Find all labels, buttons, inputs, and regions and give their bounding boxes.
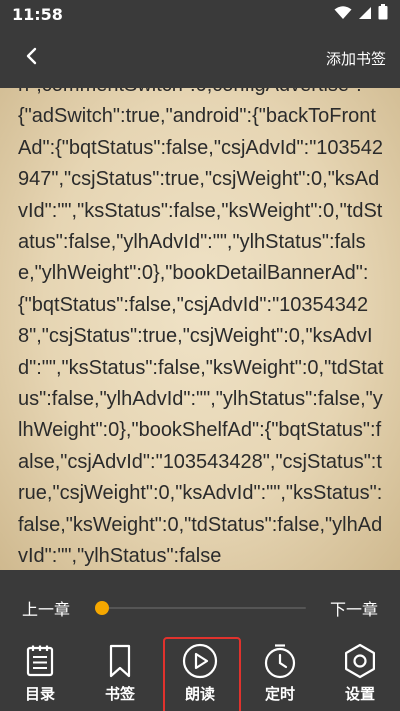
tab-bookmarks[interactable]: 书签: [85, 638, 155, 710]
tab-label: 定时: [264, 685, 295, 703]
reader-control-panel: 上一章 下一章 目录 书签 朗读 定时 设置: [0, 570, 400, 711]
status-icons: [334, 4, 388, 24]
status-time: 11:58: [12, 4, 63, 24]
slider-thumb[interactable]: [95, 601, 110, 615]
prev-chapter-button[interactable]: 上一章: [22, 596, 70, 620]
tab-timer[interactable]: 定时: [245, 638, 315, 710]
wifi-icon: [334, 5, 352, 24]
tab-label: 目录: [24, 685, 55, 703]
tab-label: 朗读: [184, 685, 215, 703]
tab-label: 设置: [344, 685, 375, 703]
timer-icon: [262, 643, 298, 679]
back-button[interactable]: [20, 46, 44, 70]
chevron-left-icon: [25, 47, 39, 69]
chapter-nav: 上一章 下一章: [0, 570, 400, 646]
tab-catalog[interactable]: 目录: [5, 638, 75, 710]
reader-top-bar: 添加书签: [0, 28, 400, 88]
reader-page[interactable]: n",commentSwitch":0,configAdvertise":{"a…: [0, 88, 400, 570]
bookmark-icon: [102, 643, 138, 679]
tab-label: 书签: [104, 685, 135, 703]
tab-read-aloud[interactable]: 朗读: [163, 636, 241, 711]
status-bar: 11:58: [0, 0, 400, 28]
next-chapter-button[interactable]: 下一章: [330, 596, 378, 620]
add-bookmark-button[interactable]: 添加书签: [326, 48, 386, 69]
chapter-progress-slider[interactable]: [95, 598, 306, 618]
settings-gear-icon: [342, 643, 378, 679]
slider-track: [102, 607, 306, 609]
reader-content: n",commentSwitch":0,configAdvertise":{"a…: [18, 88, 384, 568]
play-circle-icon: [182, 643, 218, 679]
tab-settings[interactable]: 设置: [325, 638, 395, 710]
battery-icon: [378, 4, 388, 24]
bottom-toolbar: 目录 书签 朗读 定时 设置: [0, 636, 400, 711]
signal-icon: [358, 5, 372, 24]
table-of-contents-icon: [22, 643, 58, 679]
